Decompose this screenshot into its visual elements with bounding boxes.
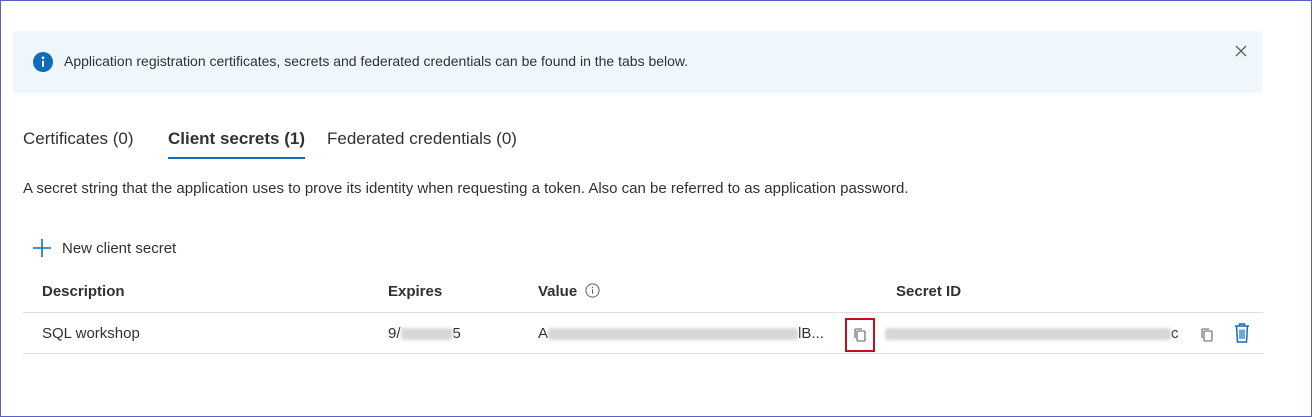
window-frame: Application registration certificates, s… — [0, 0, 1312, 417]
tab-certificates[interactable]: Certificates (0) — [23, 129, 134, 157]
section-description: A secret string that the application use… — [23, 180, 909, 197]
banner-message: Application registration certificates, s… — [64, 53, 689, 69]
close-icon[interactable] — [1234, 44, 1248, 58]
info-banner: Application registration certificates, s… — [13, 31, 1262, 93]
expires-redacted — [400, 328, 453, 341]
new-client-secret-button[interactable]: New client secret — [32, 237, 176, 259]
copy-icon — [1201, 328, 1213, 342]
header-value: Value — [538, 283, 600, 300]
secret-id-suffix: c — [1171, 325, 1179, 342]
tab-client-secrets[interactable]: Client secrets (1) — [168, 129, 305, 159]
value-redacted — [548, 328, 799, 341]
header-value-label: Value — [538, 283, 578, 300]
secret-id-redacted — [885, 328, 1171, 341]
value-prefix: A — [538, 325, 549, 342]
secret-expires: 9/5 — [388, 325, 461, 342]
secret-value: AlB... — [538, 325, 824, 342]
header-description: Description — [42, 283, 125, 300]
table-row: SQL workshop 9/5 AlB... c — [23, 314, 1263, 354]
info-icon — [33, 52, 53, 72]
header-secret-id: Secret ID — [896, 283, 962, 300]
expires-suffix: 5 — [452, 325, 461, 342]
table-header: Description Expires Value Secret ID — [23, 273, 1263, 313]
copy-icon — [854, 328, 866, 342]
header-expires: Expires — [388, 283, 443, 300]
delete-icon[interactable] — [1232, 322, 1252, 344]
copy-value-button[interactable] — [845, 318, 875, 352]
expires-prefix: 9/ — [388, 325, 401, 342]
copy-secret-id-button[interactable] — [1192, 318, 1222, 352]
tab-federated-credentials[interactable]: Federated credentials (0) — [327, 129, 517, 157]
secret-id: c — [885, 325, 1179, 342]
value-suffix: lB... — [798, 325, 824, 342]
value-info-icon[interactable] — [585, 283, 600, 298]
secret-description: SQL workshop — [42, 325, 140, 342]
plus-icon — [33, 239, 51, 257]
new-client-secret-label: New client secret — [62, 239, 177, 257]
